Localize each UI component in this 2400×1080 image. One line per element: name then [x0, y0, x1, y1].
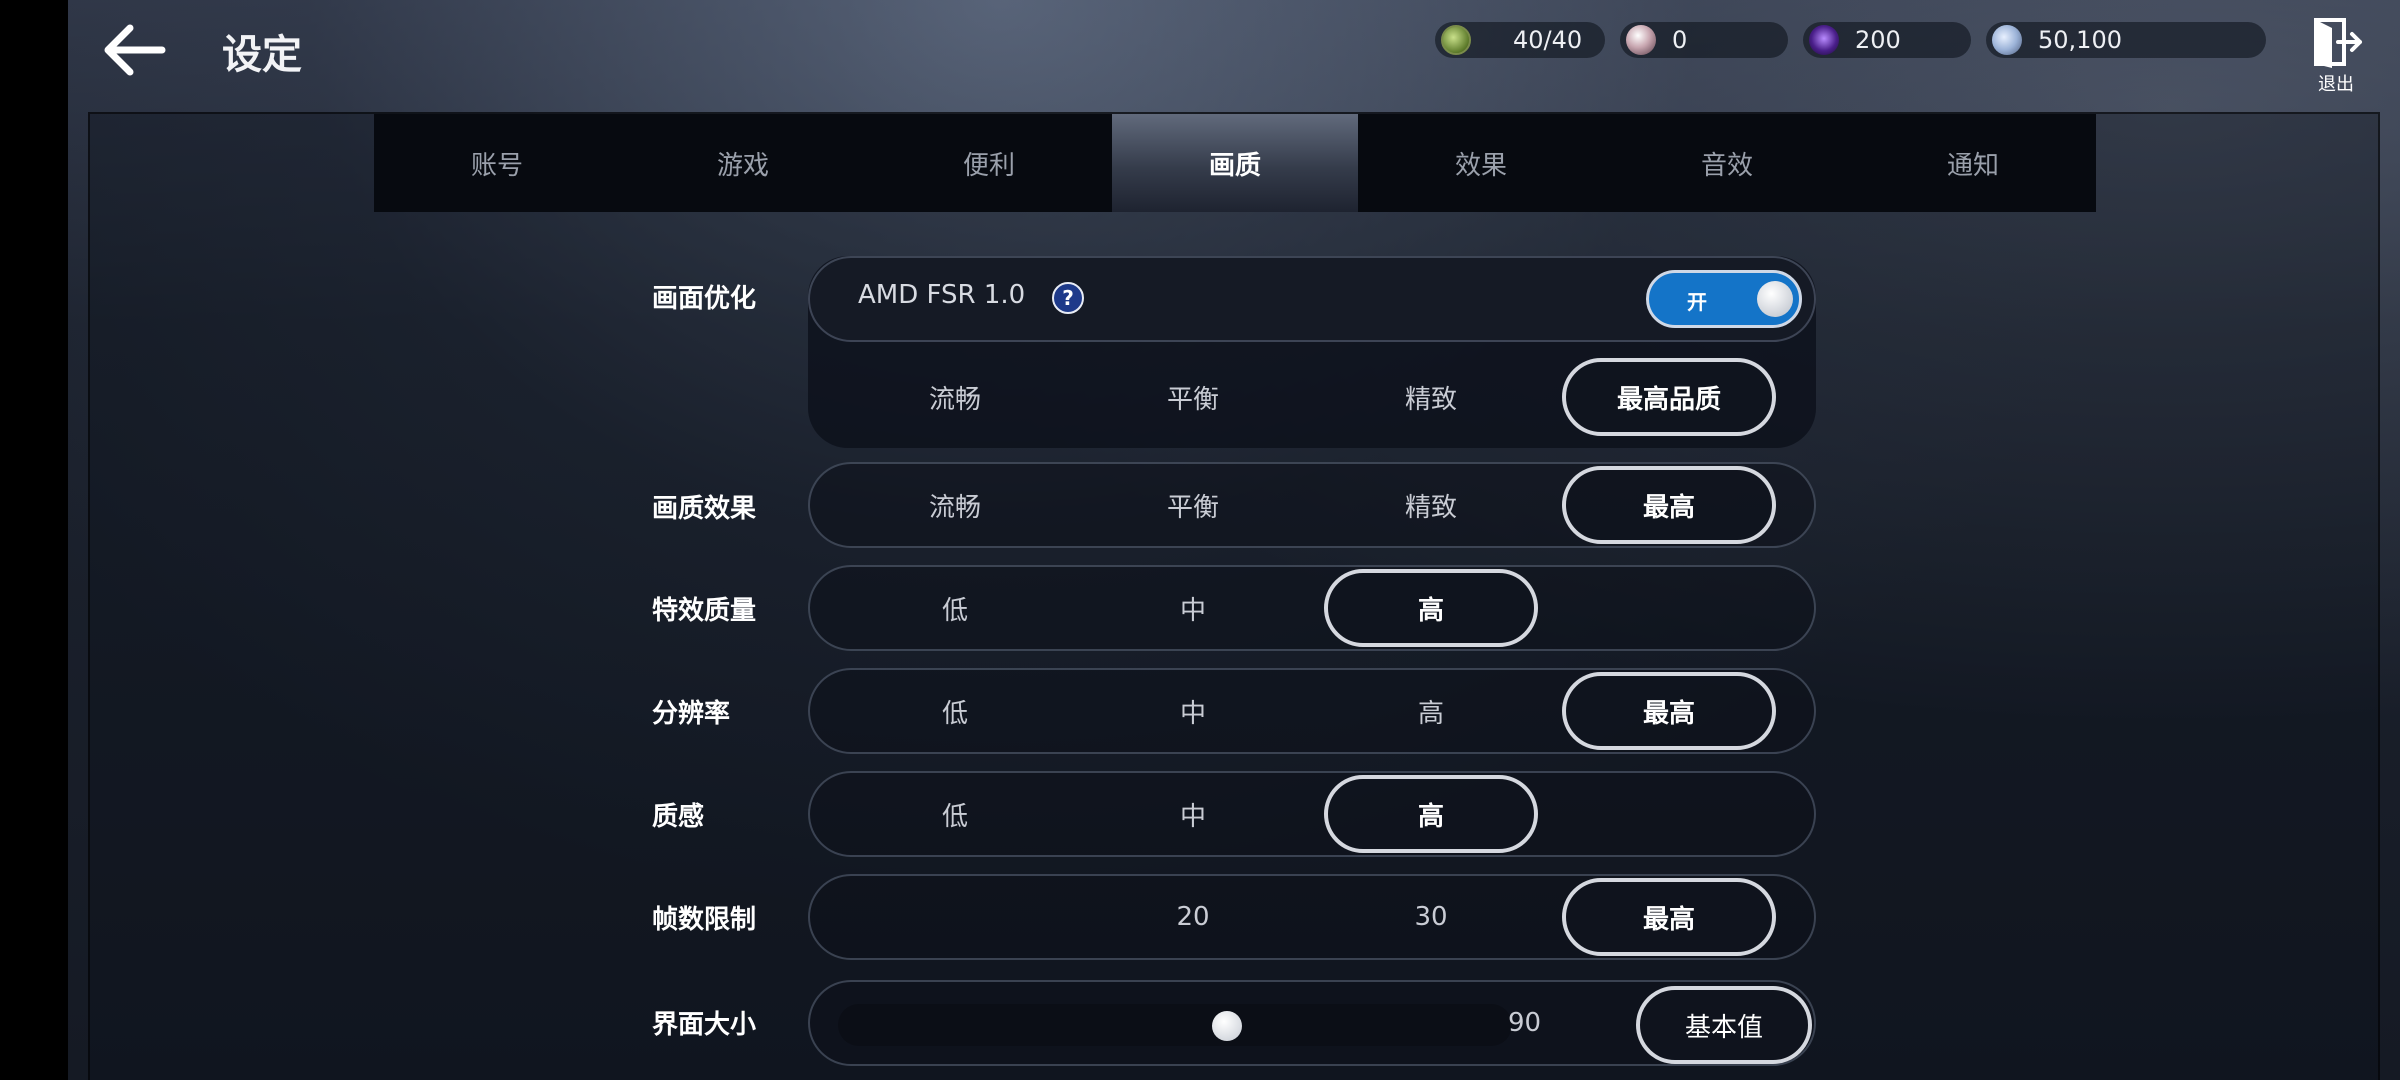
pearl-icon [1626, 25, 1656, 55]
exit-button[interactable]: 退出 [2306, 16, 2366, 96]
option-refined[interactable]: 精致 [1324, 358, 1538, 436]
toggle-label: 开 [1687, 290, 1707, 314]
currency-value: 40/40 [1513, 26, 1583, 54]
option-refined[interactable]: 精致 [1324, 466, 1538, 544]
screen-edge [0, 0, 68, 1080]
setting-label-frame-limit: 帧数限制 [652, 905, 757, 935]
option-smooth[interactable]: 流畅 [848, 358, 1062, 436]
option-low[interactable]: 低 [848, 569, 1062, 647]
reset-default-button[interactable]: 基本值 [1636, 986, 1812, 1064]
option-medium[interactable]: 中 [1086, 775, 1300, 853]
fsr-label: AMD FSR 1.0 [858, 280, 1026, 310]
option-high[interactable]: 高 [1324, 569, 1538, 647]
stamina-icon [1441, 25, 1471, 55]
currency-value: 50,100 [2038, 26, 2122, 54]
option-medium[interactable]: 中 [1086, 672, 1300, 750]
page-title: 设定 [222, 32, 302, 78]
tab-game[interactable]: 游戏 [620, 114, 866, 212]
option-smooth[interactable]: 流畅 [848, 466, 1062, 544]
setting-label-screen-optimization: 画面优化 [652, 284, 757, 314]
setting-label-graphics-quality: 画质效果 [652, 494, 757, 524]
option-20fps[interactable]: 20 [1086, 878, 1300, 956]
back-button[interactable] [100, 18, 170, 82]
setting-label-effects-quality: 特效质量 [652, 596, 757, 626]
tab-audio[interactable]: 音效 [1604, 114, 1850, 212]
tab-graphics[interactable]: 画质 [1112, 114, 1358, 212]
option-balanced[interactable]: 平衡 [1086, 358, 1300, 436]
fsr-toggle[interactable]: 开 [1646, 270, 1802, 328]
option-high[interactable]: 高 [1324, 775, 1538, 853]
orb-icon [1809, 25, 1839, 55]
option-high[interactable]: 高 [1324, 672, 1538, 750]
option-low[interactable]: 低 [848, 672, 1062, 750]
exit-label: 退出 [2318, 74, 2354, 95]
option-medium[interactable]: 中 [1086, 569, 1300, 647]
exit-door-icon [2314, 18, 2362, 68]
ui-size-value: 90 [1508, 1008, 1542, 1038]
tab-effects[interactable]: 效果 [1358, 114, 1604, 212]
setting-label-texture: 质感 [652, 802, 705, 832]
tab-account[interactable]: 账号 [374, 114, 620, 212]
option-balanced[interactable]: 平衡 [1086, 466, 1300, 544]
option-highest[interactable]: 最高 [1562, 878, 1776, 956]
currency-orb[interactable]: 200 [1803, 22, 1971, 58]
ui-size-slider[interactable] [838, 1004, 1512, 1046]
tab-convenience[interactable]: 便利 [866, 114, 1112, 212]
option-low[interactable]: 低 [848, 775, 1062, 853]
slider-knob[interactable] [1212, 1011, 1242, 1041]
option-highest[interactable]: 最高 [1562, 466, 1776, 544]
arrow-left-icon [104, 24, 166, 76]
toggle-knob [1757, 281, 1793, 317]
setting-label-ui-size: 界面大小 [652, 1010, 757, 1040]
currency-stamina[interactable]: 40/40 [1435, 22, 1605, 58]
tab-notifications[interactable]: 通知 [1850, 114, 2096, 212]
help-icon[interactable]: ? [1052, 282, 1084, 314]
option-best-quality[interactable]: 最高品质 [1562, 358, 1776, 436]
currency-coin[interactable]: 50,100 [1986, 22, 2266, 58]
settings-tabs: 账号 游戏 便利 画质 效果 音效 通知 [374, 114, 2096, 212]
setting-label-resolution: 分辨率 [652, 699, 731, 729]
currency-value: 200 [1855, 26, 1901, 54]
currency-value: 0 [1672, 26, 1688, 54]
coin-icon [1992, 25, 2022, 55]
option-30fps[interactable]: 30 [1324, 878, 1538, 956]
option-highest[interactable]: 最高 [1562, 672, 1776, 750]
currency-pearl[interactable]: 0 [1620, 22, 1788, 58]
